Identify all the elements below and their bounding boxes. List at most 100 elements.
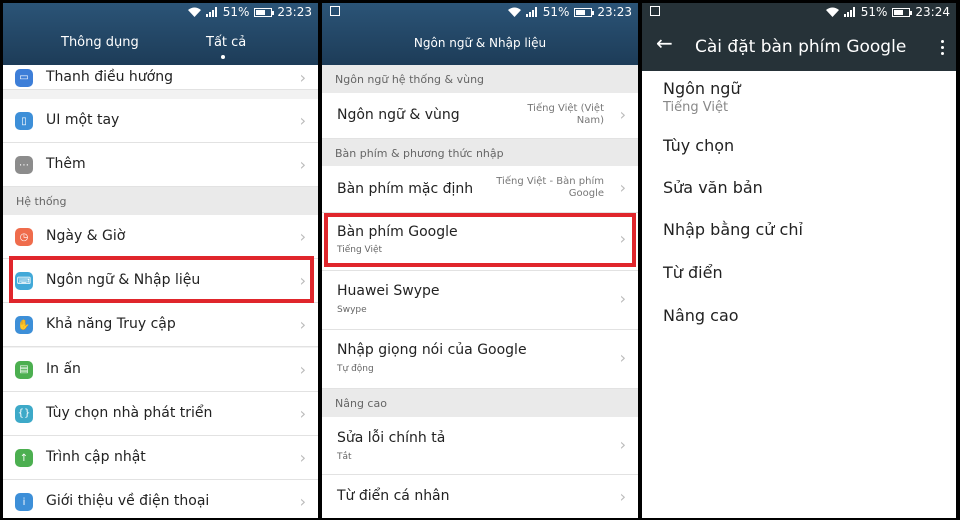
tab-common[interactable]: Thông dụng xyxy=(61,35,139,50)
section-label: Ngôn ngữ hệ thống & vùng xyxy=(335,73,485,86)
item-label: Nhập giọng nói của Google xyxy=(337,342,527,358)
status-bar: 51% 23:23 xyxy=(3,3,318,23)
options-setting[interactable]: Tùy chọn xyxy=(663,136,734,155)
hand-icon: ✋ xyxy=(15,316,33,335)
item-label: Bàn phím mặc định xyxy=(337,181,474,197)
page-title: Cài đặt bàn phím Google xyxy=(695,37,907,57)
item-label: UI một tay xyxy=(46,112,120,128)
section-label: Hệ thống xyxy=(16,195,67,208)
wifi-icon xyxy=(825,7,839,17)
settings-item[interactable]: ▯ UI một tay › xyxy=(3,99,318,143)
battery-percent: 51% xyxy=(222,5,250,19)
tab-indicator xyxy=(221,55,225,59)
language-region-item[interactable]: Ngôn ngữ & vùng Tiếng Việt (Việt Nam) › xyxy=(322,93,638,139)
item-label: Trình cập nhật xyxy=(46,449,146,465)
chevron-right-icon: › xyxy=(299,403,306,423)
section-label: Bàn phím & phương thức nhập xyxy=(335,147,504,160)
more-options-icon[interactable] xyxy=(941,40,944,58)
update-icon: ↑ xyxy=(15,449,33,467)
item-label: Sửa lỗi chính tả xyxy=(337,430,446,446)
section-label: Nâng cao xyxy=(335,397,387,410)
item-subtitle: Swype xyxy=(337,305,367,315)
settings-item[interactable]: ✋ Khả năng Truy cập › xyxy=(3,303,318,348)
item-subtitle: Tự động xyxy=(337,364,374,374)
chevron-right-icon: › xyxy=(299,315,306,335)
chevron-right-icon: › xyxy=(299,448,306,467)
clock: 23:23 xyxy=(277,5,312,19)
clock: 23:24 xyxy=(915,5,950,19)
section-system: Hệ thống xyxy=(3,187,318,215)
settings-item[interactable]: ↑ Trình cập nhật › xyxy=(3,436,318,480)
app-bar: 51% 23:24 ← Cài đặt bàn phím Google xyxy=(642,3,956,71)
back-arrow-icon[interactable]: ← xyxy=(656,33,673,53)
settings-panel: 51% 23:23 Thông dụng Tất cả ▭ Thanh điều … xyxy=(3,3,318,518)
spell-check-item[interactable]: Sửa lỗi chính tả Tắt › xyxy=(322,417,638,475)
item-label: Ngày & Giờ xyxy=(46,228,126,244)
item-subtitle: Tắt xyxy=(337,452,352,462)
signal-icon xyxy=(525,7,537,17)
item-label: Khả năng Truy cập xyxy=(46,316,176,333)
item-label: Từ điển cá nhân xyxy=(337,488,450,504)
item-label: Thanh điều hướng xyxy=(46,68,173,85)
text-correction-setting[interactable]: Sửa văn bản xyxy=(663,178,763,197)
item-label: Ngôn ngữ & vùng xyxy=(337,107,460,123)
chevron-right-icon: › xyxy=(299,227,306,246)
settings-item[interactable]: i Giới thiệu về điện thoại › xyxy=(3,480,318,518)
language-setting[interactable]: Ngôn ngữ xyxy=(663,79,741,98)
battery-level xyxy=(576,9,585,15)
section-advanced: Nâng cao xyxy=(322,389,638,417)
item-label: Thêm xyxy=(46,156,86,172)
chevron-right-icon: › xyxy=(619,435,626,454)
one-hand-icon: ▯ xyxy=(15,112,33,130)
advanced-setting[interactable]: Nâng cao xyxy=(663,306,739,325)
gesture-typing-setting[interactable]: Nhập bằng cử chỉ xyxy=(663,220,803,239)
battery-level xyxy=(256,9,265,15)
language-input-header: 51% 23:23 Ngôn ngữ & Nhập liệu xyxy=(322,3,638,65)
battery-percent: 51% xyxy=(542,5,570,19)
battery-icon xyxy=(574,7,595,17)
wifi-icon xyxy=(187,7,201,17)
item-value: Tiếng Việt - Bàn phím Google xyxy=(496,176,604,199)
item-label: Tùy chọn nhà phát triển xyxy=(46,404,213,421)
google-keyboard-settings-panel: 51% 23:24 ← Cài đặt bàn phím Google Ngôn… xyxy=(642,3,956,518)
google-voice-item[interactable]: Nhập giọng nói của Google Tự động › xyxy=(322,330,638,389)
navigation-icon: ▭ xyxy=(15,68,33,87)
chevron-right-icon: › xyxy=(619,178,626,197)
chevron-right-icon: › xyxy=(299,492,306,512)
settings-item[interactable]: ▭ Thanh điều hướng › xyxy=(3,65,318,90)
section-keyboard-input: Bàn phím & phương thức nhập xyxy=(322,139,638,166)
settings-item[interactable]: ◷ Ngày & Giờ › xyxy=(3,215,318,259)
printer-icon: ▤ xyxy=(15,360,33,379)
settings-item[interactable]: ▤ In ấn › xyxy=(3,347,318,392)
signal-icon xyxy=(843,7,855,17)
status-bar: 51% 23:23 xyxy=(322,3,638,23)
dictionary-setting[interactable]: Từ điển xyxy=(663,263,723,282)
more-icon: ⋯ xyxy=(15,156,33,174)
settings-item[interactable]: {} Tùy chọn nhà phát triển › xyxy=(3,391,318,436)
item-label: In ấn xyxy=(46,360,81,377)
chevron-right-icon: › xyxy=(299,155,306,174)
battery-level xyxy=(894,9,903,15)
info-icon: i xyxy=(15,493,33,512)
highlight-frame xyxy=(9,256,314,303)
settings-item[interactable]: ⋯ Thêm › xyxy=(3,143,318,187)
battery-percent: 51% xyxy=(860,5,888,19)
screenshot-notification-icon xyxy=(650,6,660,16)
page-title: Ngôn ngữ & Nhập liệu xyxy=(413,36,547,50)
chevron-right-icon: › xyxy=(299,359,306,379)
tab-all[interactable]: Tất cả xyxy=(206,35,246,50)
clock: 23:23 xyxy=(597,5,632,19)
chevron-right-icon: › xyxy=(619,348,626,367)
huawei-swype-item[interactable]: Huawei Swype Swype › xyxy=(322,271,638,330)
status-bar: 51% 23:24 xyxy=(642,3,956,23)
language-value: Tiếng Việt xyxy=(663,100,729,115)
chevron-right-icon: › xyxy=(299,111,306,130)
clock-icon: ◷ xyxy=(15,228,33,246)
language-input-panel: 51% 23:23 Ngôn ngữ & Nhập liệu Ngôn ngữ … xyxy=(322,3,638,518)
default-keyboard-item[interactable]: Bàn phím mặc định Tiếng Việt - Bàn phím G… xyxy=(322,166,638,213)
chevron-right-icon: › xyxy=(619,289,626,308)
section-system-language: Ngôn ngữ hệ thống & vùng xyxy=(322,65,638,93)
highlight-frame xyxy=(324,213,636,267)
signal-icon xyxy=(205,7,217,17)
personal-dictionary-item[interactable]: Từ điển cá nhân › xyxy=(322,475,638,518)
